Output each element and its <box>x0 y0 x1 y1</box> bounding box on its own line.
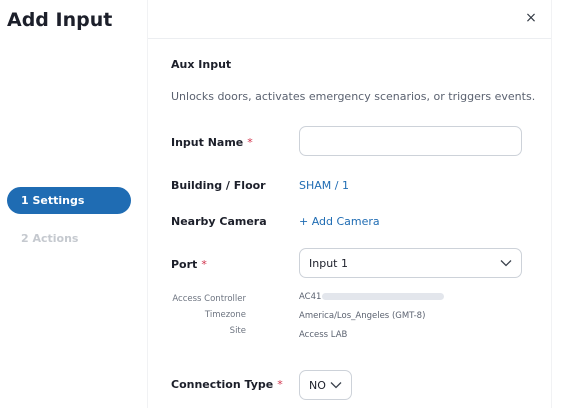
port-select[interactable]: Input 1 <box>299 248 522 278</box>
chevron-down-icon <box>499 256 513 270</box>
input-name-label: Input Name * <box>171 136 253 149</box>
required-marker: * <box>247 136 253 149</box>
nearby-camera-label: Nearby Camera <box>171 215 267 228</box>
timezone-label: Timezone <box>204 310 246 320</box>
connection-type-selected-value: NO <box>309 378 326 392</box>
site-label: Site <box>229 326 246 336</box>
building-floor-label: Building / Floor <box>171 179 266 192</box>
access-controller-value: AC41 <box>299 292 445 302</box>
step-actions[interactable]: 2 Actions <box>7 225 131 252</box>
chevron-down-icon <box>329 378 343 392</box>
connection-type-select[interactable]: NO <box>299 370 352 400</box>
input-name-field[interactable] <box>299 126 522 156</box>
access-controller-id: AC41 <box>299 292 322 302</box>
close-icon: × <box>525 10 537 26</box>
add-camera-link[interactable]: + Add Camera <box>299 215 380 228</box>
step-settings[interactable]: 1 Settings <box>7 187 131 214</box>
section-description: Unlocks doors, activates emergency scena… <box>171 90 536 103</box>
access-controller-label: Access Controller <box>172 294 246 304</box>
connection-type-label: Connection Type * <box>171 378 283 391</box>
close-button[interactable]: × <box>522 9 540 27</box>
required-marker: * <box>201 258 207 271</box>
required-marker: * <box>277 378 283 391</box>
port-label: Port * <box>171 258 207 271</box>
redacted-id <box>322 293 445 300</box>
input-name-label-text: Input Name <box>171 136 244 149</box>
stepper-sidebar: Add Input 1 Settings 2 Actions <box>0 0 147 408</box>
add-input-dialog: Add Input 1 Settings 2 Actions × Aux Inp… <box>0 0 565 408</box>
building-floor-link[interactable]: SHAM / 1 <box>299 179 349 192</box>
port-selected-value: Input 1 <box>309 256 348 270</box>
timezone-value: America/Los_Angeles (GMT-8) <box>299 311 426 321</box>
dialog-title: Add Input <box>7 9 113 31</box>
header-divider <box>148 38 551 39</box>
port-label-text: Port <box>171 258 198 271</box>
section-title: Aux Input <box>171 58 232 71</box>
site-value: Access LAB <box>299 330 348 340</box>
connection-type-label-text: Connection Type <box>171 378 274 391</box>
